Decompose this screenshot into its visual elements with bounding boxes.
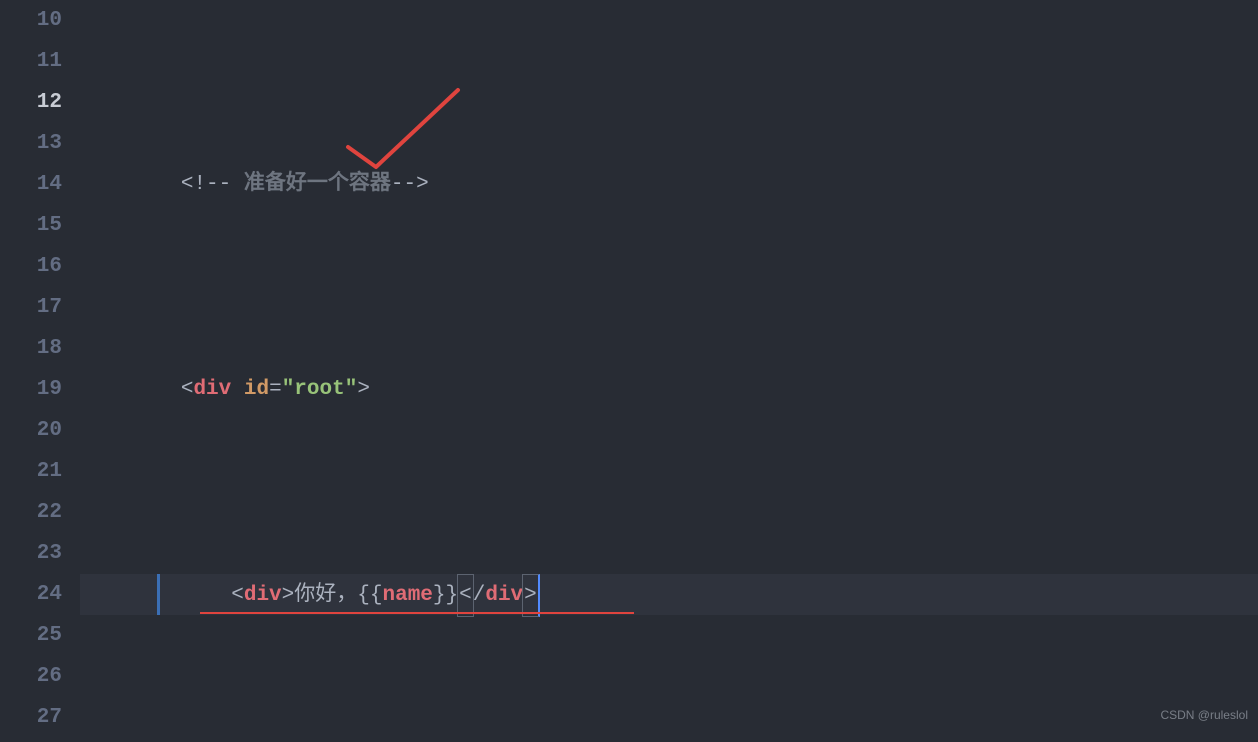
code-area[interactable]: <!-- 准备好一个容器--> <div id="root"> <div>你好，… (80, 0, 1258, 742)
code-line[interactable]: <!-- 准备好一个容器--> (80, 164, 1258, 205)
line-number: 19 (0, 369, 62, 410)
line-number: 23 (0, 533, 62, 574)
bracket-match: > (522, 574, 540, 617)
bracket-match: < (457, 574, 474, 617)
code-line-current[interactable]: <div>你好，{{name}}</div> (80, 574, 1258, 615)
git-marker (157, 574, 160, 615)
line-number: 24 (0, 574, 62, 615)
line-number: 16 (0, 246, 62, 287)
annotation-checkmark-icon (338, 82, 478, 172)
code-editor[interactable]: 10 11 12 13 14 15 16 17 18 19 20 21 22 2… (0, 0, 1258, 742)
line-number: 20 (0, 410, 62, 451)
line-number: 22 (0, 492, 62, 533)
watermark-text: CSDN @ruleslol (1160, 695, 1248, 736)
line-number: 18 (0, 328, 62, 369)
line-number-current: 12 (0, 82, 62, 123)
line-number: 26 (0, 656, 62, 697)
line-number: 17 (0, 287, 62, 328)
line-number: 13 (0, 123, 62, 164)
line-number: 15 (0, 205, 62, 246)
line-number: 21 (0, 451, 62, 492)
line-number-gutter: 10 11 12 13 14 15 16 17 18 19 20 21 22 2… (0, 0, 80, 742)
line-number: 27 (0, 697, 62, 738)
line-number: 10 (0, 0, 62, 41)
line-number: 11 (0, 41, 62, 82)
comment-text: 准备好一个容器 (244, 173, 391, 196)
line-number: 25 (0, 615, 62, 656)
code-line[interactable]: <div id="root"> (80, 369, 1258, 410)
line-number: 14 (0, 164, 62, 205)
